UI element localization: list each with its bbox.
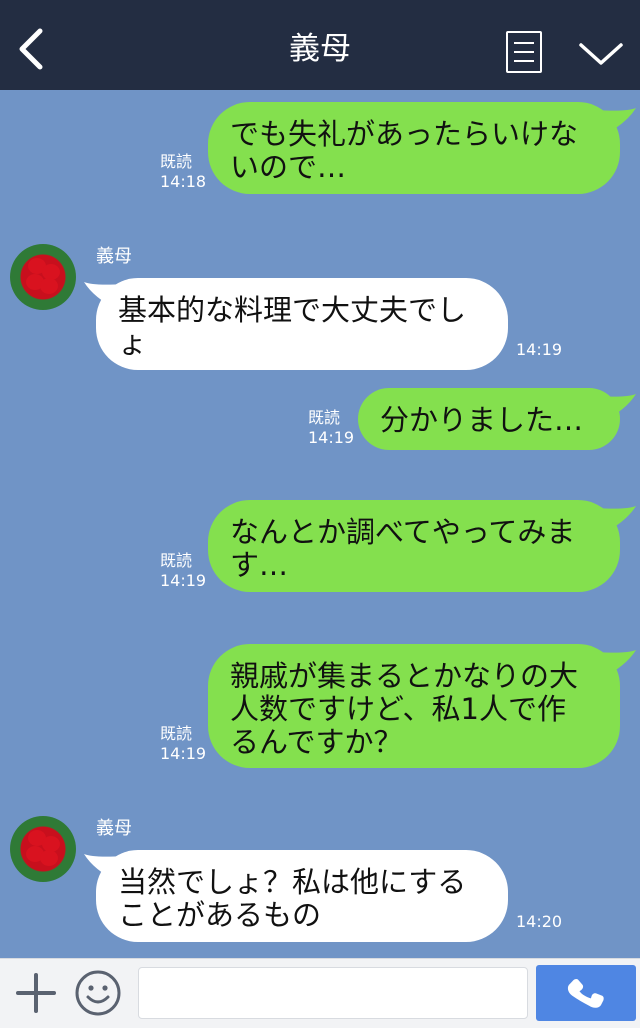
- message-line: るんですか？: [230, 725, 403, 759]
- message-meta: 既読 14:19: [160, 551, 206, 591]
- message-line: 親戚が集まるとかなりの大: [230, 659, 579, 693]
- sender-name: 義母: [96, 246, 132, 267]
- chevron-down-icon[interactable]: [578, 38, 624, 68]
- chat-header: 義母: [0, 0, 640, 90]
- read-receipt: 既読: [160, 724, 193, 743]
- avatar[interactable]: [10, 244, 76, 310]
- plus-icon[interactable]: [14, 971, 58, 1015]
- read-receipt: 既読: [160, 551, 193, 570]
- emoji-icon[interactable]: [74, 969, 122, 1017]
- message-line: 基本的な料理で大丈夫でし: [118, 293, 467, 327]
- message-bubble: 親戚が集まるとかなりの大 人数ですけど、私1人で作 るんですか？: [208, 644, 620, 768]
- message-time: 14:19: [160, 744, 207, 763]
- message-line: でも失礼があったらいけな: [230, 117, 579, 151]
- avatar[interactable]: [10, 816, 76, 882]
- message-line: 当然でしょ？私は他にする: [118, 865, 467, 899]
- message-input[interactable]: [138, 967, 528, 1019]
- message-time: 14:19: [308, 428, 355, 447]
- message-line: 分かりました…: [380, 403, 584, 437]
- message-time: 14:19: [160, 571, 207, 590]
- message-bubble: 分かりました…: [358, 388, 620, 450]
- message-line: なんとか調べてやってみま: [230, 515, 576, 549]
- phone-icon: [567, 979, 604, 1008]
- message-line: ことがあるもの: [118, 898, 322, 932]
- sender-name: 義母: [96, 818, 132, 839]
- message-time: 14:20: [516, 912, 563, 931]
- message-time: 14:19: [516, 340, 563, 359]
- message-line: 人数ですけど、私1人で作: [230, 692, 567, 726]
- message-bubble: 基本的な料理で大丈夫でし ょ: [96, 278, 508, 370]
- message-meta: 既読 14:19: [160, 724, 206, 764]
- message-meta: 既読 14:19: [308, 408, 354, 448]
- message-meta: 既読 14:18: [160, 152, 206, 192]
- message-time: 14:18: [160, 172, 207, 191]
- message-line: す…: [230, 548, 289, 582]
- message-bubble: なんとか調べてやってみま す…: [208, 500, 620, 592]
- input-bar: [0, 958, 640, 1028]
- menu-list-icon[interactable]: [506, 31, 542, 73]
- read-receipt: 既読: [308, 408, 341, 427]
- chat-title: 義母: [289, 31, 351, 67]
- message-line: ょ: [118, 326, 148, 360]
- message-bubble: でも失礼があったらいけな いので…: [208, 102, 620, 194]
- call-button[interactable]: [536, 965, 636, 1021]
- read-receipt: 既読: [160, 152, 193, 171]
- message-bubble: 当然でしょ？私は他にする ことがあるもの: [96, 850, 508, 942]
- message-line: いので…: [230, 150, 347, 184]
